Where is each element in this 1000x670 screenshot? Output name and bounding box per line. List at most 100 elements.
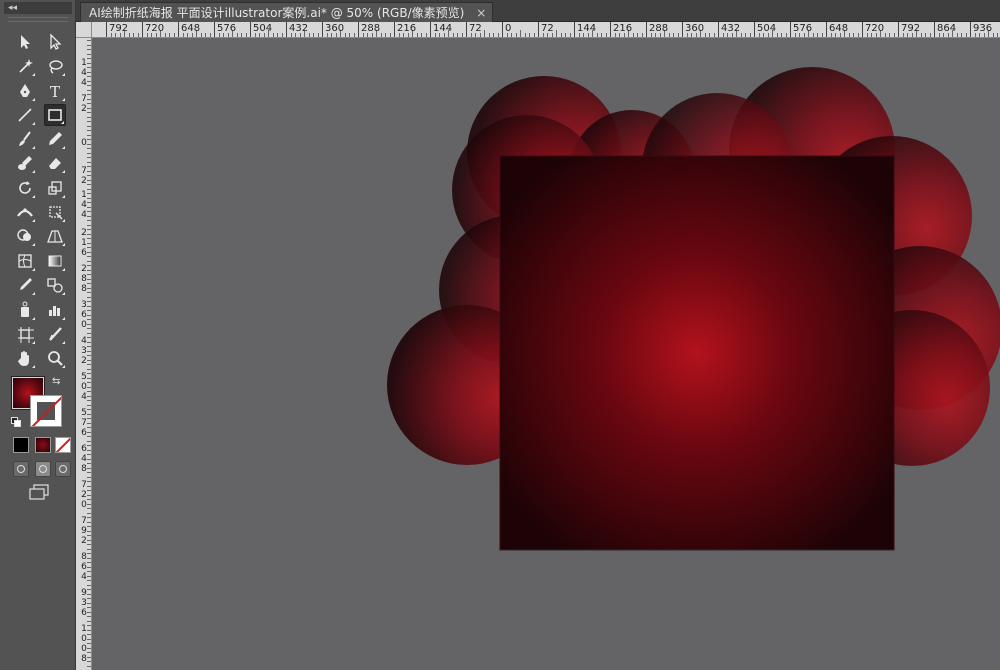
ruler-minor-tick xyxy=(461,33,463,37)
ruler-minor-tick xyxy=(205,33,206,37)
free-transform-tool-icon[interactable] xyxy=(44,201,66,223)
ruler-minor-tick xyxy=(241,33,242,37)
ruler-minor-tick xyxy=(385,33,386,37)
ruler-minor-tick xyxy=(87,355,91,356)
ruler-minor-tick xyxy=(529,33,530,37)
draw-behind-button[interactable] xyxy=(35,461,51,477)
square-shape xyxy=(499,155,895,551)
ruler-minor-tick xyxy=(87,215,91,217)
ruler-minor-tick xyxy=(821,33,823,37)
ruler-minor-tick xyxy=(87,449,91,451)
selection-tool-icon[interactable] xyxy=(14,31,36,53)
ruler-minor-tick xyxy=(87,665,91,667)
ruler-minor-tick xyxy=(164,33,166,37)
eyedropper-tool-icon[interactable] xyxy=(14,274,36,296)
ruler-minor-tick xyxy=(87,76,91,77)
swap-fill-stroke-icon[interactable]: ⇆ xyxy=(52,376,60,387)
type-tool-icon[interactable]: T xyxy=(44,80,66,102)
paintbrush-tool-icon[interactable] xyxy=(14,128,36,150)
ruler-origin[interactable] xyxy=(76,22,92,38)
ruler-minor-tick xyxy=(641,33,643,37)
blob-brush-tool-icon[interactable] xyxy=(14,152,36,174)
ruler-minor-tick xyxy=(956,33,958,37)
document-tab-bar: AI绘制折纸海报 平面设计illustrator案例.ai* @ 50% (RG… xyxy=(76,0,1000,22)
none-mode-button[interactable] xyxy=(55,437,71,453)
ruler-minor-tick xyxy=(87,521,91,523)
line-segment-tool-icon[interactable] xyxy=(14,104,36,126)
magic-wand-tool-icon[interactable] xyxy=(14,55,36,77)
ruler-minor-tick xyxy=(87,314,91,316)
ruler-minor-tick xyxy=(87,530,91,532)
horizontal-ruler[interactable]: 792 720 648 576 504 432 360 288 216 144 72 0 72 144 21… xyxy=(92,22,1000,38)
direct-selection-tool-icon[interactable] xyxy=(44,31,66,53)
ruler-minor-tick xyxy=(87,440,91,442)
pen-tool-icon[interactable] xyxy=(14,80,36,102)
rectangle-tool-icon[interactable] xyxy=(44,104,66,126)
ruler-minor-tick xyxy=(87,233,91,235)
mesh-tool-icon[interactable] xyxy=(14,250,36,272)
stroke-color-swatch[interactable] xyxy=(30,395,62,427)
gradient-mode-button[interactable] xyxy=(35,437,51,453)
ruler-major-tick xyxy=(610,22,611,37)
shape-builder-tool-icon[interactable] xyxy=(14,225,36,247)
ruler-minor-tick xyxy=(87,643,91,644)
panel-grip[interactable] xyxy=(8,17,68,22)
lasso-tool-icon[interactable] xyxy=(44,55,66,77)
ruler-minor-tick xyxy=(380,33,382,37)
column-graph-tool-icon[interactable] xyxy=(44,299,66,321)
ruler-major-tick xyxy=(358,22,359,37)
eraser-tool-icon[interactable] xyxy=(44,152,66,174)
ruler-minor-tick xyxy=(929,33,931,37)
ruler-minor-tick xyxy=(497,33,499,37)
ruler-minor-tick xyxy=(781,33,782,37)
ruler-minor-tick xyxy=(677,33,679,37)
ruler-minor-tick xyxy=(745,33,746,37)
ruler-minor-tick xyxy=(87,652,91,653)
perspective-grid-tool-icon[interactable] xyxy=(44,225,66,247)
scale-tool-icon[interactable] xyxy=(44,177,66,199)
ruler-label: 4 xyxy=(81,78,87,88)
ruler-label: 8 xyxy=(81,654,87,664)
vertical-ruler[interactable]: 1447207214421628836043250457664872079286… xyxy=(76,38,92,670)
artboard-tool-icon[interactable] xyxy=(14,323,36,345)
ruler-minor-tick xyxy=(87,517,91,518)
ruler-minor-tick xyxy=(817,33,818,37)
ruler-minor-tick xyxy=(87,148,91,149)
ruler-minor-tick xyxy=(87,107,91,109)
ruler-minor-tick xyxy=(133,33,134,37)
collapse-panel-button[interactable]: ◂◂ xyxy=(4,2,72,14)
ruler-minor-tick xyxy=(87,116,91,118)
pencil-tool-icon[interactable] xyxy=(44,128,66,150)
ruler-minor-tick xyxy=(87,602,91,604)
width-tool-icon[interactable] xyxy=(14,201,36,223)
color-mode-button[interactable] xyxy=(13,437,29,453)
ruler-minor-tick xyxy=(87,44,91,46)
ruler-minor-tick xyxy=(200,33,202,37)
ruler-minor-tick xyxy=(87,53,91,55)
document-tab[interactable]: AI绘制折纸海报 平面设计illustrator案例.ai* @ 50% (RG… xyxy=(80,2,494,23)
ruler-major-tick xyxy=(574,22,575,37)
ruler-minor-tick xyxy=(87,251,91,253)
close-tab-icon[interactable]: × xyxy=(476,3,486,23)
ruler-minor-tick xyxy=(87,166,91,167)
ruler-minor-tick xyxy=(87,557,91,559)
ruler-minor-tick xyxy=(353,33,355,37)
draw-normal-button[interactable] xyxy=(13,461,29,477)
default-fill-stroke-icon[interactable] xyxy=(11,417,21,427)
zoom-tool-icon[interactable] xyxy=(44,347,66,369)
ruler-minor-tick xyxy=(965,33,967,37)
screen-mode-icon[interactable] xyxy=(27,484,51,502)
ruler-minor-tick xyxy=(87,661,91,662)
draw-inside-button[interactable] xyxy=(55,461,71,477)
ruler-minor-tick xyxy=(596,33,598,37)
ruler-minor-tick xyxy=(87,566,91,568)
symbol-sprayer-tool-icon[interactable] xyxy=(14,299,36,321)
gradient-tool-icon[interactable] xyxy=(44,250,66,272)
ruler-minor-tick xyxy=(87,292,91,293)
canvas-area[interactable] xyxy=(92,38,1000,670)
rotate-tool-icon[interactable] xyxy=(14,177,36,199)
hand-tool-icon[interactable] xyxy=(14,347,36,369)
ruler-label: 648 xyxy=(181,23,201,34)
slice-tool-icon[interactable] xyxy=(44,323,66,345)
blend-tool-icon[interactable] xyxy=(44,274,66,296)
